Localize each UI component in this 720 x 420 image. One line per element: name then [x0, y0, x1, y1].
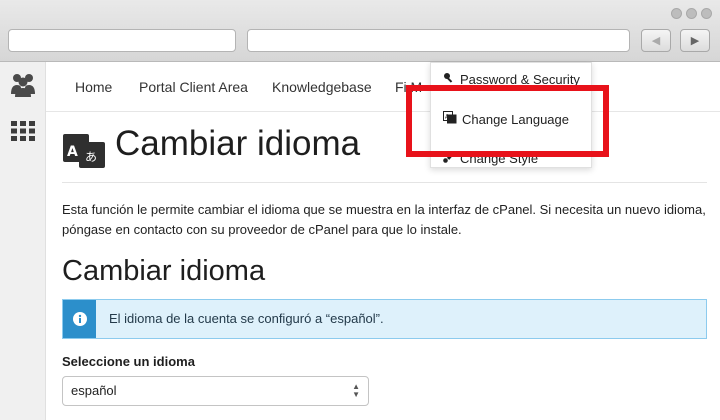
page-description: Esta función le permite cambiar el idiom…: [62, 202, 706, 237]
sidebar: [0, 62, 46, 420]
info-alert: El idioma de la cuenta se configuró a “e…: [62, 299, 707, 339]
window-dot[interactable]: [701, 8, 712, 19]
divider: [62, 182, 707, 183]
users-icon[interactable]: [8, 70, 38, 100]
address-bar[interactable]: [247, 29, 630, 52]
alert-message: El idioma de la cuenta se configuró a “e…: [109, 311, 384, 326]
language-page-icon: A あ: [63, 130, 105, 168]
highlight-box: [406, 85, 609, 157]
window-dot[interactable]: [686, 8, 697, 19]
svg-text:A: A: [67, 144, 78, 160]
forward-arrow-icon: ▶: [690, 34, 700, 47]
window-dot[interactable]: [671, 8, 682, 19]
language-select[interactable]: español ▲ ▼: [62, 376, 369, 406]
select-updown-icon: ▲ ▼: [352, 382, 360, 399]
browser-field-left[interactable]: [8, 29, 236, 52]
nav-knowledgebase[interactable]: Knowledgebase: [272, 79, 372, 95]
browser-chrome: ◀ ▶: [0, 0, 720, 62]
page-title: Cambiar idioma: [115, 124, 361, 163]
select-value: español: [71, 383, 117, 398]
section-title: Cambiar idioma: [62, 255, 266, 287]
forward-button[interactable]: ▶: [680, 29, 710, 52]
nav-home[interactable]: Home: [75, 79, 112, 95]
svg-text:あ: あ: [85, 150, 97, 164]
info-icon: [63, 300, 96, 338]
top-nav: Home Portal Client Area Knowledgebase Fi…: [46, 62, 720, 112]
back-arrow-icon: ◀: [651, 34, 661, 47]
nav-portal-client-area[interactable]: Portal Client Area: [139, 79, 248, 95]
select-language-label: Seleccione un idioma: [62, 354, 195, 369]
back-button[interactable]: ◀: [641, 29, 671, 52]
grid-icon[interactable]: [8, 116, 38, 146]
window-controls: [671, 8, 712, 19]
